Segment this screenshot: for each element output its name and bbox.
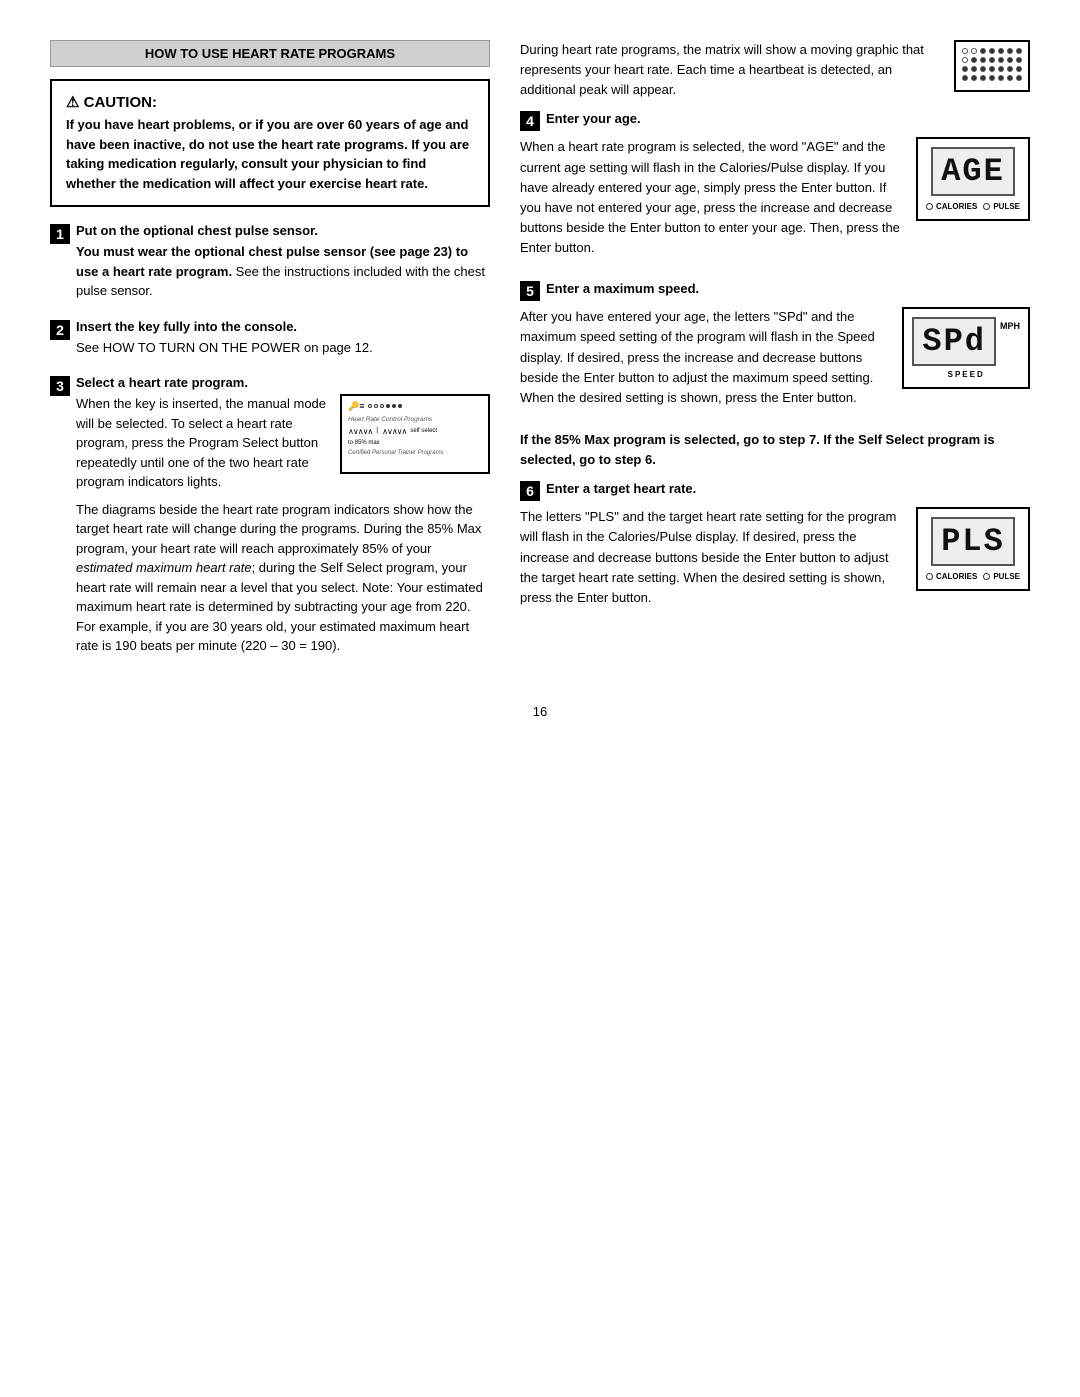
step-2-title: Insert the key fully into the console. bbox=[76, 319, 490, 334]
matrix-display bbox=[954, 40, 1030, 92]
step-5-title: Enter a maximum speed. bbox=[546, 281, 699, 296]
right-column: During heart rate programs, the matrix w… bbox=[520, 40, 1030, 674]
step-4: 4 Enter your age. When a heart rate prog… bbox=[520, 110, 1030, 264]
caution-bold-label: CAUTION: bbox=[84, 94, 157, 111]
step-4-title: Enter your age. bbox=[546, 111, 641, 126]
step-4-display: AGE CALORIES PULSE bbox=[916, 137, 1030, 221]
pulse-indicator-2: PULSE bbox=[983, 572, 1020, 581]
heart-rate-label: Heart Rate Control Programs bbox=[348, 415, 482, 424]
calories-indicator: CALORIES bbox=[926, 202, 977, 211]
step-6-title: Enter a target heart rate. bbox=[546, 481, 696, 496]
step-3-console-image: 🔑≡ Heart Rate Control Programs ∧∨∧∨∧ bbox=[340, 394, 490, 474]
step-6-inner: The letters "PLS" and the target heart r… bbox=[520, 507, 1030, 614]
step-number-6: 6 bbox=[520, 481, 540, 501]
step-3-inner: When the key is inserted, the manual mod… bbox=[76, 394, 490, 492]
certified-label: Certified Personal Trainer Programs bbox=[348, 449, 482, 457]
intro-section: During heart rate programs, the matrix w… bbox=[520, 40, 1030, 110]
pulse-indicator: PULSE bbox=[983, 202, 1020, 211]
step-1-title: Put on the optional chest pulse sensor. bbox=[76, 223, 490, 238]
step-2-body: See HOW TO TURN ON THE POWER on page 12. bbox=[76, 338, 490, 358]
step-number-3: 3 bbox=[50, 376, 70, 396]
caution-title: ⚠ CAUTION: bbox=[66, 93, 474, 111]
speed-label: SPEED bbox=[912, 370, 1020, 379]
step-6: 6 Enter a target heart rate. The letters… bbox=[520, 480, 1030, 614]
console-diagram: 🔑≡ Heart Rate Control Programs ∧∨∧∨∧ bbox=[340, 394, 490, 474]
step-5-inner: After you have entered your age, the let… bbox=[520, 307, 1030, 414]
bold-step-text: If the 85% Max program is selected, go t… bbox=[520, 430, 1030, 470]
step-2-content: Insert the key fully into the console. S… bbox=[76, 319, 490, 364]
wave-pattern-2: ∧∨∧∨∧ bbox=[382, 426, 406, 437]
self-select-label: self select bbox=[410, 427, 437, 435]
calories-indicator-2: CALORIES bbox=[926, 572, 977, 581]
age-display: AGE bbox=[931, 147, 1015, 196]
step-3-text: When the key is inserted, the manual mod… bbox=[76, 394, 328, 492]
step-3: 3 Select a heart rate program. When the … bbox=[50, 375, 490, 662]
step-4-text: When a heart rate program is selected, t… bbox=[520, 137, 902, 264]
left-column: HOW TO USE HEART RATE PROGRAMS ⚠ CAUTION… bbox=[50, 40, 490, 674]
step-1-content: Put on the optional chest pulse sensor. … bbox=[76, 223, 490, 307]
step-2: 2 Insert the key fully into the console.… bbox=[50, 319, 490, 364]
to-85-max-label: to 85% max bbox=[348, 439, 482, 447]
step-5: 5 Enter a maximum speed. After you have … bbox=[520, 280, 1030, 414]
step-1: 1 Put on the optional chest pulse sensor… bbox=[50, 223, 490, 307]
step-6-text: The letters "PLS" and the target heart r… bbox=[520, 507, 902, 614]
section-header: HOW TO USE HEART RATE PROGRAMS bbox=[50, 40, 490, 67]
page-number: 16 bbox=[50, 704, 1030, 719]
step-number-2: 2 bbox=[50, 320, 70, 340]
wave-pattern: ∧∨∧∨∧ bbox=[348, 426, 372, 437]
step-3-title: Select a heart rate program. bbox=[76, 375, 490, 390]
caution-icon: ⚠ bbox=[66, 94, 79, 111]
caution-box: ⚠ CAUTION: If you have heart problems, o… bbox=[50, 79, 490, 207]
step-number-1: 1 bbox=[50, 224, 70, 244]
step-number-4: 4 bbox=[520, 111, 540, 131]
step-3-body-after: The diagrams beside the heart rate progr… bbox=[76, 500, 490, 656]
pls-display: PLS bbox=[931, 517, 1015, 566]
step-5-display: SPd MPH SPEED bbox=[902, 307, 1030, 389]
step-number-5: 5 bbox=[520, 281, 540, 301]
spd-display: SPd bbox=[912, 317, 996, 366]
step-6-display: PLS CALORIES PULSE bbox=[916, 507, 1030, 591]
step-4-inner: When a heart rate program is selected, t… bbox=[520, 137, 1030, 264]
step-5-text: After you have entered your age, the let… bbox=[520, 307, 888, 414]
mph-label: MPH bbox=[1000, 321, 1020, 331]
step-1-body: You must wear the optional chest pulse s… bbox=[76, 242, 490, 301]
step-3-content: Select a heart rate program. When the ke… bbox=[76, 375, 490, 662]
caution-body: If you have heart problems, or if you ar… bbox=[66, 115, 474, 193]
